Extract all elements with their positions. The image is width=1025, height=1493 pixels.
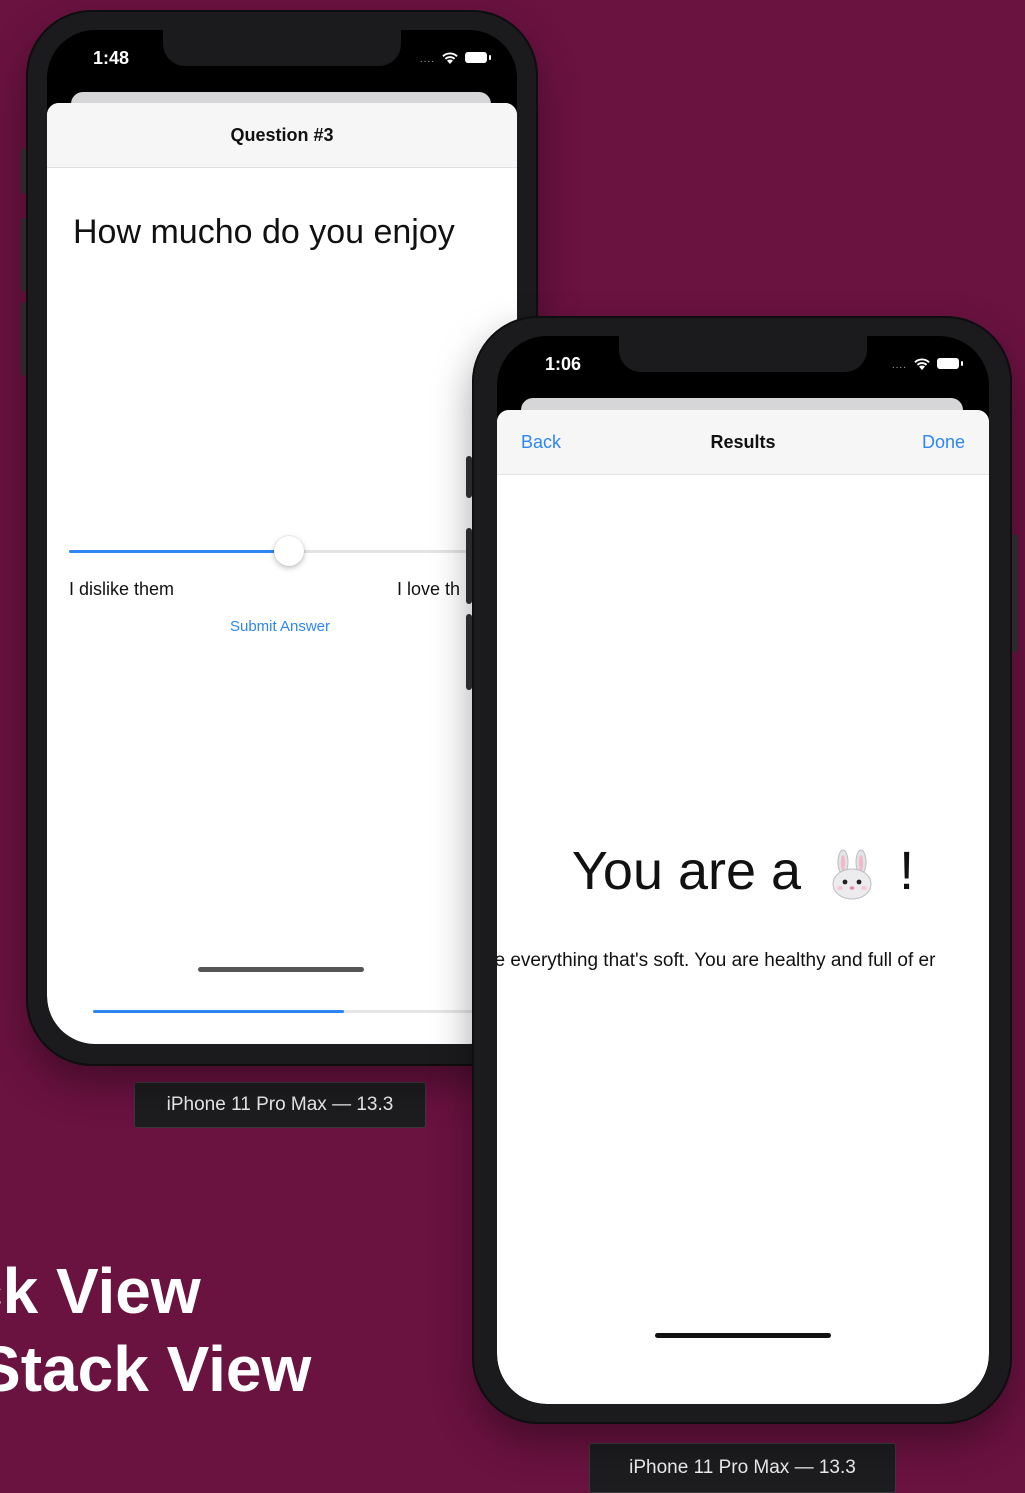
power-button	[1012, 534, 1018, 652]
mute-switch	[466, 456, 472, 498]
result-title: You are a !	[497, 840, 989, 902]
signal-dots-icon: ....	[891, 360, 907, 371]
done-button[interactable]: Done	[922, 432, 965, 453]
result-title-prefix: You are a	[571, 841, 802, 901]
progress-fill	[93, 1010, 344, 1013]
nav-title: Question #3	[230, 125, 334, 145]
mute-switch	[21, 148, 26, 194]
status-time: 1:06	[545, 354, 582, 374]
navigation-bar: Question #3	[47, 103, 517, 168]
status-indicators: ....	[419, 50, 491, 65]
result-title-suffix: !	[899, 841, 915, 901]
volume-up-button	[21, 218, 26, 292]
simulator-phone-question: 1:48 .... Question #3 How mucho do you e…	[21, 10, 538, 1066]
wifi-icon	[442, 51, 458, 64]
device-label: iPhone 11 Pro Max — 13.3	[134, 1082, 426, 1128]
slider-fill	[69, 550, 289, 553]
result-description: ve everything that's soft. You are healt…	[497, 950, 936, 971]
slider-thumb[interactable]	[274, 536, 304, 566]
battery-icon	[937, 358, 963, 369]
home-indicator	[198, 967, 364, 972]
background-title-line-2: Stack View	[0, 1333, 312, 1405]
question-sheet: Question #3 How mucho do you enjoy I dis…	[47, 103, 517, 1044]
status-time: 1:48	[93, 48, 130, 68]
battery-icon	[465, 52, 491, 63]
question-text: How mucho do you enjoy	[73, 213, 455, 251]
quiz-progress-bar	[93, 1010, 473, 1013]
background-title-line-1: ck View	[0, 1255, 201, 1327]
notch	[163, 30, 401, 66]
phone-screen: 1:48 .... Question #3 How mucho do you e…	[47, 30, 517, 1044]
slider-min-label: I dislike them	[69, 579, 175, 599]
volume-up-button	[466, 528, 472, 604]
wifi-icon	[914, 357, 930, 370]
slider-max-label: I love th	[397, 579, 461, 599]
answer-slider[interactable]	[69, 536, 509, 566]
simulator-phone-results: 1:06 .... Back Results Done You are a ! …	[466, 316, 1018, 1424]
nav-title: Results	[710, 432, 776, 452]
bunny-face-icon	[832, 849, 872, 900]
signal-dots-icon: ....	[419, 54, 435, 65]
status-indicators: ....	[891, 356, 963, 371]
results-sheet: Back Results Done You are a ! ve everyth…	[497, 410, 989, 1404]
home-indicator	[655, 1333, 831, 1338]
device-label: iPhone 11 Pro Max — 13.3	[589, 1443, 896, 1493]
notch	[619, 336, 867, 372]
volume-down-button	[21, 302, 26, 376]
volume-down-button	[466, 614, 472, 690]
navigation-bar: Back Results Done	[497, 410, 989, 475]
phone-screen: 1:06 .... Back Results Done You are a ! …	[497, 336, 989, 1404]
submit-answer-button[interactable]: Submit Answer	[47, 618, 513, 635]
